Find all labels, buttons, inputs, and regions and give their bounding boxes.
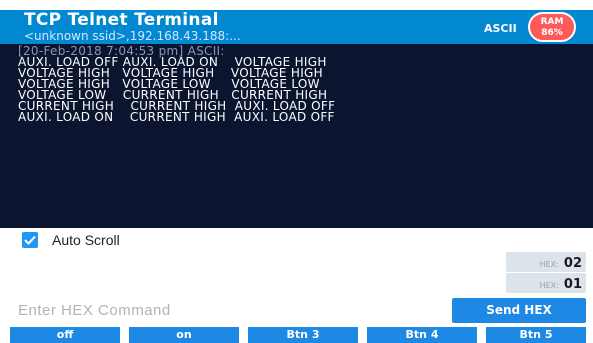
autoscroll-checkbox[interactable]	[22, 232, 38, 248]
hex-prefix: HEX:	[539, 260, 559, 269]
autoscroll-row[interactable]: Auto Scroll	[22, 231, 120, 249]
connection-subtitle: <unknown ssid>,192.168.43.188:...	[24, 29, 241, 43]
app-header: TCP Telnet Terminal <unknown ssid>,192.1…	[0, 10, 593, 44]
autoscroll-label: Auto Scroll	[52, 232, 120, 248]
ram-badge-label: RAM	[540, 17, 564, 27]
hex-prefix: HEX:	[539, 281, 559, 290]
macro-button-5[interactable]: Btn 5	[486, 327, 586, 343]
app-title: TCP Telnet Terminal	[24, 10, 219, 30]
macro-button-3[interactable]: Btn 3	[248, 327, 358, 343]
checkmark-icon	[24, 235, 36, 245]
display-mode-toggle[interactable]: ASCII	[484, 22, 517, 35]
terminal-line: AUXI. LOAD ON CURRENT HIGH AUXI. LOAD OF…	[18, 110, 335, 124]
ram-badge: RAM 86%	[528, 12, 576, 42]
status-bar-strip	[0, 0, 593, 10]
send-hex-button[interactable]: Send HEX	[452, 298, 586, 323]
ram-badge-value: 86%	[541, 28, 563, 38]
macro-button-off[interactable]: off	[10, 327, 120, 343]
hex-macro-button-01[interactable]: HEX: 01	[506, 273, 586, 293]
macro-button-on[interactable]: on	[129, 327, 239, 343]
hex-macro-button-02[interactable]: HEX: 02	[506, 252, 586, 272]
hex-command-input[interactable]	[18, 298, 438, 322]
macro-button-4[interactable]: Btn 4	[367, 327, 477, 343]
terminal-output[interactable]: [20-Feb-2018 7:04:53 pm] ASCII: AUXI. LO…	[0, 44, 593, 228]
hex-value: 01	[563, 277, 582, 292]
hex-value: 02	[563, 256, 582, 271]
